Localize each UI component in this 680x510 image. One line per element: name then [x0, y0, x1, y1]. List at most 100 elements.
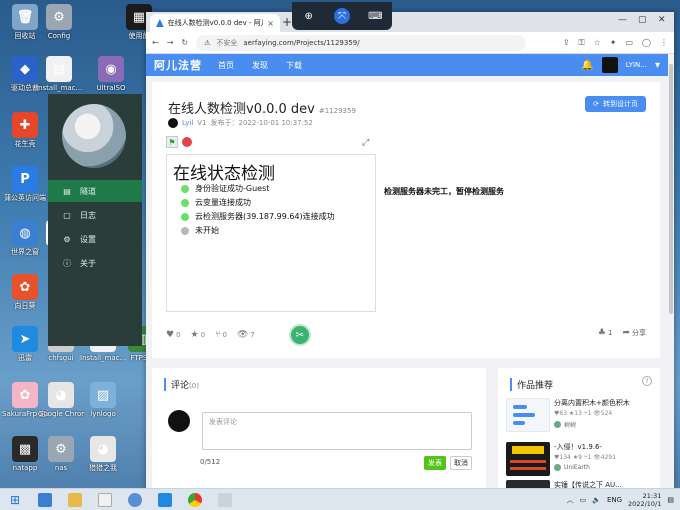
desktop-app-icon: ◕	[48, 382, 74, 408]
status-ok-icon	[181, 198, 189, 207]
sidebar-item-log[interactable]: ▢ 日志	[48, 204, 142, 226]
bell-icon[interactable]: 🔔	[581, 60, 593, 71]
new-tab-button[interactable]: +	[282, 15, 292, 29]
share-button[interactable]: ➦ 分享	[622, 328, 646, 338]
share-label: 分享	[632, 329, 646, 337]
sidebar-toggle-icon[interactable]: ▭	[625, 38, 633, 48]
author-avatar[interactable]	[168, 118, 178, 128]
status-ok-icon	[181, 212, 189, 221]
browser-tab[interactable]: 在线人数检测v0.0.0 dev - 阿儿法营 ×	[150, 14, 280, 32]
status-text: 云检测服务器(39.187.99.64)连接成功	[195, 212, 335, 221]
language-indicator[interactable]: ENG	[607, 496, 622, 504]
maximize-icon[interactable]: ▢	[638, 15, 647, 25]
help-icon[interactable]: ?	[642, 376, 652, 386]
start-button[interactable]: ⊞	[0, 489, 30, 510]
remix-button[interactable]: ✂	[288, 324, 311, 346]
status-idle-icon	[181, 226, 189, 235]
project-stats: ♥ 0 ★ 0 ⑂ 0 👁 7 ✂	[166, 324, 311, 346]
forward-icon[interactable]: →	[167, 38, 174, 47]
taskbar-app-notepad[interactable]	[90, 489, 120, 510]
view-stat: 👁 7	[237, 330, 255, 340]
desktop-icon[interactable]: P 蒲公英访问端	[2, 166, 48, 203]
desktop-icon[interactable]: ▨ lynlogo	[80, 382, 126, 419]
zoom-icon[interactable]: ⊕	[301, 8, 317, 24]
desktop-icon-label: 向日葵	[14, 302, 36, 310]
url-field[interactable]: ⚠ 不安全 aerfaying.com/Projects/1129359/	[196, 34, 527, 51]
site-logo[interactable]: 阿儿法营	[154, 57, 202, 73]
notification-icon[interactable]: ▤	[667, 496, 674, 504]
project-stage[interactable]: 在线状态检测 身份验证成功-Guest 云变量连接成功 云检测服务器(39.18…	[166, 154, 376, 312]
chevron-down-icon[interactable]: ▾	[655, 60, 660, 71]
minimize-icon[interactable]: —	[618, 15, 627, 25]
star-stat[interactable]: ★ 0	[191, 330, 206, 340]
desktop-icon[interactable]: ▤ Install_mac...	[36, 56, 82, 93]
network-tray-icon[interactable]: ▭	[580, 496, 587, 504]
bookmark-icon[interactable]: ☆	[594, 38, 601, 48]
username[interactable]: LYIN...	[626, 61, 647, 69]
url-text: aerfaying.com/Projects/1129359/	[243, 38, 360, 47]
nav-discover[interactable]: 发现	[252, 60, 268, 71]
cancel-button[interactable]: 取消	[450, 456, 472, 470]
remix-tree-stat[interactable]: ♣ 1	[598, 328, 613, 338]
fullscreen-icon[interactable]: ⤢	[362, 138, 369, 148]
desktop-icon[interactable]: ⚙ Config	[36, 4, 82, 41]
remote-disconnect-icon[interactable]: ⤧	[333, 8, 350, 24]
sidebar-item-label: 日志	[80, 210, 96, 220]
menu-icon[interactable]: ⋮	[660, 38, 668, 48]
nav-home[interactable]: 首页	[218, 60, 234, 71]
scrollbar-thumb[interactable]	[669, 64, 673, 314]
windows-icon: ⊞	[9, 492, 21, 507]
comment-input[interactable]: 发表评论	[202, 412, 472, 450]
user-avatar[interactable]	[601, 57, 618, 73]
extensions-icon[interactable]: ✦	[610, 38, 617, 48]
profile-icon[interactable]: ◯	[642, 38, 651, 48]
desktop-icon[interactable]: ⚙ nas	[38, 436, 84, 473]
taskbar-app-chrome[interactable]	[180, 489, 210, 510]
like-stat[interactable]: ♥ 0	[166, 330, 181, 340]
desktop-app-icon: ▨	[90, 382, 116, 408]
desktop-icon[interactable]: ✿ 向日葵	[2, 274, 48, 311]
insecure-label: 不安全	[216, 38, 238, 47]
taskbar-app-explorer[interactable]	[60, 489, 90, 510]
close-tab-icon[interactable]: ×	[267, 19, 274, 28]
rec-stats: ♥134 ★9 ⑂1 👁4291	[554, 454, 617, 461]
taskbar-app-tunnel[interactable]	[210, 489, 240, 510]
taskbar-app-xunlei[interactable]	[150, 489, 180, 510]
desktop-icon[interactable]: ◕ Google Chrome	[38, 382, 84, 419]
nav-download[interactable]: 下载	[286, 60, 302, 71]
author-name[interactable]: Lyil	[182, 119, 193, 127]
clock[interactable]: 21:31 2022/10/1	[628, 492, 661, 508]
send-comment-button[interactable]: 发表	[424, 456, 446, 470]
close-window-icon[interactable]: ✕	[658, 15, 666, 25]
reload-icon[interactable]: ↻	[181, 38, 188, 47]
goto-design-button[interactable]: ⟳ 转到设计页	[585, 96, 646, 112]
stop-icon[interactable]	[182, 137, 192, 147]
taskbar-app-network[interactable]	[120, 489, 150, 510]
address-bar: ← → ↻ ⚠ 不安全 aerfaying.com/Projects/11293…	[146, 32, 674, 54]
green-flag-icon[interactable]: ⚑	[166, 136, 178, 148]
desktop-icon[interactable]: ◕ 猎猎之我	[80, 436, 126, 473]
project-title: 在线人数检测v0.0.0 dev	[168, 102, 315, 117]
desktop-icon[interactable]: ◉ UltraISO	[88, 56, 134, 93]
tab-title: 在线人数检测v0.0.0 dev - 阿儿法营	[167, 19, 264, 27]
sidebar-item-label: 关于	[80, 258, 96, 268]
back-icon[interactable]: ←	[152, 38, 159, 47]
key-icon[interactable]: ⚿	[579, 38, 585, 48]
list-item[interactable]: 实锤【传说之下 AU...	[506, 480, 654, 488]
tray-chevron-icon[interactable]: ︿	[567, 495, 574, 505]
sidebar-item-tunnel[interactable]: ▤ 隧道	[48, 180, 142, 202]
list-item[interactable]: -入侵！v1.9.6- ♥134 ★9 ⑂1 👁4291 UniEarth	[506, 442, 654, 482]
share-page-icon[interactable]: ⇪	[563, 38, 570, 48]
list-item[interactable]: 分离内置积木+颜色积木 ♥63 ★13 ⑂1 👁524 树树	[506, 398, 654, 438]
sidebar-item-settings[interactable]: ⚙ 设置	[48, 228, 142, 250]
remix-tree-count: 1	[607, 329, 613, 337]
taskbar-app-ultraiso[interactable]	[30, 489, 60, 510]
volume-icon[interactable]: 🔈	[592, 496, 601, 504]
keyboard-icon[interactable]: ⌨	[367, 8, 383, 24]
fork-stat[interactable]: ⑂ 0	[215, 330, 227, 340]
heart-icon: ♥	[166, 330, 175, 340]
desktop-app-icon: ◆	[12, 56, 38, 82]
sidebar-item-about[interactable]: ⓘ 关于	[48, 252, 142, 274]
desktop-icon-label: 猎猎之我	[89, 464, 117, 472]
desktop-icon[interactable]: ✚ 花生壳	[2, 112, 48, 149]
